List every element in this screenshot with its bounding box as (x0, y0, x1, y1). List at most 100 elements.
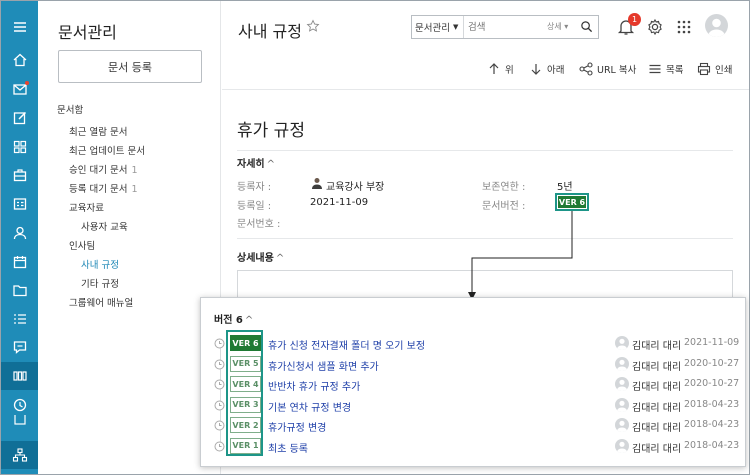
version-author: 김대리 대리 (632, 361, 682, 373)
version-author: 김대리 대리 (632, 402, 682, 414)
favorite-star-icon[interactable] (306, 19, 320, 33)
version-title-link[interactable]: 휴가 신청 전자결재 폴더 명 오기 보정 (268, 337, 425, 352)
org-chart-icon[interactable] (1, 441, 38, 469)
user-avatar[interactable] (705, 14, 728, 37)
tree-item-recent-updated[interactable]: 최근 업데이트 문서 (69, 143, 145, 157)
tree-item-pending-approval[interactable]: 승인 대기 문서 1 (69, 162, 138, 176)
chevron-up-icon: ^ (266, 159, 275, 170)
tree-item-recent-viewed[interactable]: 최근 열람 문서 (69, 124, 127, 138)
tree-item-training-material[interactable]: 교육자료 (69, 200, 104, 214)
reg-date-value: 2021-11-09 (310, 197, 369, 208)
folder-icon[interactable] (1, 276, 38, 304)
detail-search-toggle[interactable]: 상세 ▾ (547, 21, 568, 32)
user-avatar-icon (615, 336, 629, 350)
clock-icon (214, 420, 225, 431)
user-avatar-icon (615, 438, 629, 453)
version-row: VER 6 휴가 신청 전자결재 폴더 명 오기 보정 김대리 대리 2021-… (201, 333, 747, 353)
clock-icon (214, 338, 225, 349)
user-icon[interactable] (1, 219, 38, 247)
briefcase-icon[interactable] (1, 161, 38, 189)
task-list-icon[interactable] (1, 305, 38, 333)
version-author: 김대리 대리 (632, 423, 682, 434)
tree-item-hr-team[interactable]: 인사팀 (69, 238, 95, 252)
share-icon (579, 62, 593, 76)
settings-gear-icon[interactable] (644, 16, 666, 38)
side-panel-title: 문서관리 (58, 23, 117, 42)
clock-icon (214, 379, 225, 390)
arrow-down-icon (531, 64, 541, 75)
board-icon[interactable] (1, 133, 38, 161)
version-tag[interactable]: VER 6 (230, 335, 261, 351)
search-input[interactable] (468, 16, 538, 38)
version-title-link[interactable]: 반반차 휴가 규정 추가 (268, 378, 360, 393)
version-author: 김대리 대리 (632, 341, 682, 352)
list-icon (649, 64, 661, 74)
version-title-link[interactable]: 기본 연차 규정 변경 (268, 399, 351, 414)
version-row: VER 2 휴가규정 변경 김대리 대리 2018-04-23 (201, 415, 747, 435)
page-title: 사내 규정 (238, 22, 302, 41)
version-tag[interactable]: VER 1 (230, 437, 261, 454)
document-management-icon[interactable] (1, 362, 38, 390)
version-date: 2020-10-27 (684, 357, 740, 369)
chevron-up-icon: ^ (275, 253, 285, 264)
home-icon[interactable] (1, 46, 38, 74)
tree-item-company-rules[interactable]: 사내 규정 (81, 257, 119, 271)
chat-icon[interactable] (1, 333, 38, 361)
reg-date-label: 등록일 : (237, 201, 272, 212)
search-icon[interactable] (580, 20, 593, 33)
search-bar: 문서관리▼ 상세 ▾ (411, 15, 599, 39)
url-copy-button[interactable]: URL 복사 (579, 61, 636, 77)
pending-registration-count: 1 (131, 184, 138, 195)
mail-icon[interactable] (1, 75, 38, 103)
version-tag[interactable]: VER 4 (230, 376, 261, 392)
version-row: VER 5 휴가신청서 샘플 화면 추가 김대리 대리 2020-10-27 (201, 354, 747, 374)
user-avatar-icon (615, 377, 629, 391)
version-tag[interactable]: VER 5 (230, 355, 261, 372)
registrant-label: 등록자 : (237, 182, 272, 193)
version-history-popup: 버전 6 ^ VER 6 휴가 신청 전자결재 폴더 명 오기 보정 김대리 대리… (200, 297, 746, 467)
version-title-link[interactable]: 휴가규정 변경 (268, 419, 326, 434)
version-row: VER 4 반반차 휴가 규정 추가 김대리 대리 2020-10-27 (201, 374, 747, 394)
version-date: 2018-04-23 (684, 398, 740, 410)
tree-item-groupware-manual[interactable]: 그룹웨어 매뉴얼 (69, 295, 133, 309)
version-row: VER 1 최초 등록 김대리 대리 2018-04-23 (201, 436, 747, 456)
menu-icon[interactable] (1, 13, 38, 41)
tree-item-document-box[interactable]: 문서함 (57, 102, 83, 116)
register-document-button[interactable]: 문서 등록 (58, 50, 202, 83)
list-button[interactable]: 목록 (648, 61, 683, 77)
search-scope-select[interactable]: 문서관리 ▼ (412, 16, 464, 38)
detail-section-toggle[interactable]: 자세히 ^ (237, 155, 275, 170)
content-section-toggle[interactable]: 상세내용 ^ (237, 249, 284, 264)
version-history-toggle[interactable]: 버전 6 ^ (214, 311, 253, 326)
clock-icon (214, 359, 225, 369)
chevron-down-icon: ▼ (452, 23, 459, 31)
version-tag[interactable]: VER 2 (230, 417, 261, 433)
version-row: VER 3 기본 연차 규정 변경 김대리 대리 2018-04-23 (201, 395, 747, 415)
edit-icon[interactable] (1, 104, 38, 132)
version-author: 김대리 대리 (632, 443, 682, 455)
app-grid-icon[interactable] (673, 16, 695, 38)
version-date: 2018-04-23 (684, 419, 740, 430)
current-version-badge[interactable]: VER 6 (555, 193, 589, 211)
up-button[interactable]: 위 (487, 61, 514, 77)
pending-approval-count: 1 (131, 165, 138, 176)
version-date: 2020-10-27 (684, 378, 740, 389)
registrant-value[interactable]: 교육강사 부장 (326, 178, 384, 193)
version-title-link[interactable]: 휴가신청서 샘플 화면 추가 (268, 358, 379, 373)
tree-item-pending-registration[interactable]: 등록 대기 문서 1 (69, 181, 138, 195)
version-author: 김대리 대리 (632, 382, 682, 393)
version-title-link[interactable]: 최초 등록 (268, 440, 308, 455)
calendar-icon[interactable] (1, 248, 38, 276)
contact-card-icon[interactable] (1, 190, 38, 218)
down-button[interactable]: 아래 (529, 61, 564, 77)
tree-item-user-training[interactable]: 사용자 교육 (81, 219, 128, 233)
version-tag[interactable]: VER 3 (230, 396, 261, 413)
user-avatar-icon (615, 356, 629, 371)
user-avatar-icon (615, 418, 629, 432)
callout-connector (468, 211, 573, 300)
print-button[interactable]: 인쇄 (697, 61, 732, 77)
user-avatar-icon (615, 397, 629, 412)
tree-item-other-rules[interactable]: 기타 규정 (81, 276, 119, 290)
header-divider (222, 89, 749, 90)
more-menu-icon[interactable] (1, 415, 38, 425)
